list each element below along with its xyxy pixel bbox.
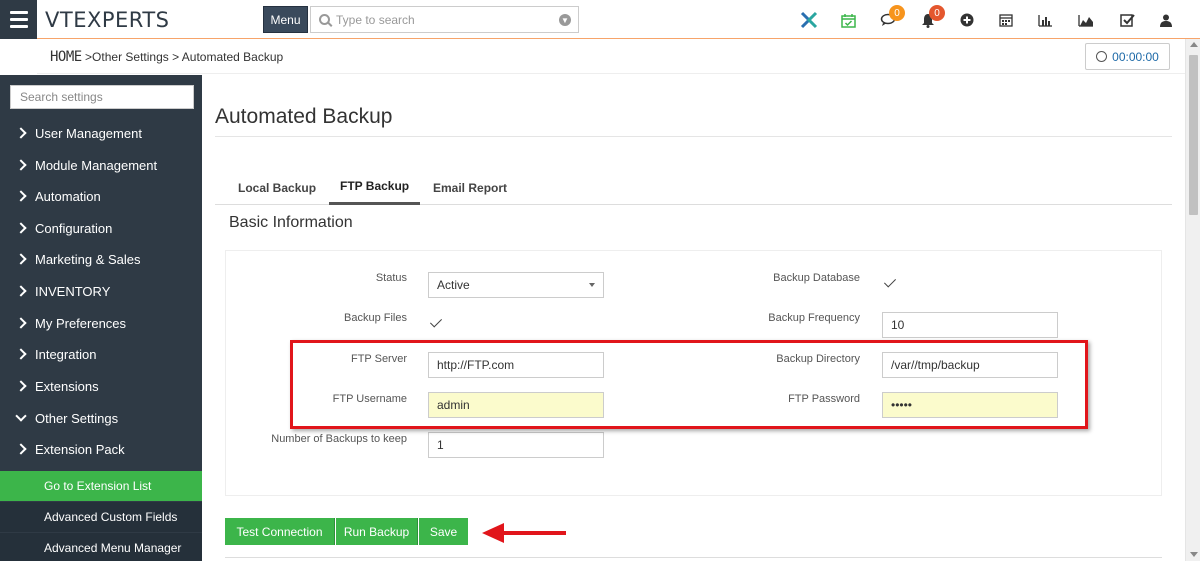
settings-sidebar: Search settings User Management Module M… — [0, 75, 202, 561]
clock-icon — [1096, 51, 1108, 62]
sidebar-subitem-go-to-extension-list[interactable]: Go to Extension List — [0, 471, 202, 501]
tab-local-backup[interactable]: Local Backup — [227, 170, 327, 205]
sidebar-item-other-settings[interactable]: Other Settings — [0, 404, 202, 432]
chat-badge: 0 — [889, 5, 905, 21]
number-of-backups-input[interactable]: 1 — [428, 432, 604, 458]
backup-files-label: Backup Files — [344, 312, 407, 324]
sidebar-item-label: Extensions — [35, 378, 99, 394]
arrow-annotation-icon — [482, 523, 566, 543]
tab-bar: Local Backup FTP Backup Email Report — [215, 170, 1172, 205]
chevron-right-icon — [15, 317, 27, 329]
sidebar-item-inventory[interactable]: INVENTORY — [0, 277, 202, 305]
sidebar-item-module-management[interactable]: Module Management — [0, 151, 202, 179]
sidebar-item-label: Configuration — [35, 220, 113, 236]
status-value: Active — [437, 278, 470, 292]
chevron-right-icon — [15, 222, 27, 234]
checkbox-task-icon[interactable] — [1117, 10, 1137, 30]
sidebar-search-input[interactable]: Search settings — [10, 85, 194, 109]
sidebar-item-label: Other Settings — [35, 410, 119, 426]
calendar-icon[interactable] — [996, 10, 1016, 30]
chevron-down-icon — [15, 410, 27, 422]
chevron-right-icon — [15, 285, 27, 297]
sidebar-item-configuration[interactable]: Configuration — [0, 214, 202, 242]
top-bar: VTEXPERTS Menu Type to search ▼ 0 0 — [0, 0, 1200, 39]
chevron-right-icon — [15, 380, 27, 392]
sidebar-subitem-advanced-menu-manager[interactable]: Advanced Menu Manager — [0, 533, 202, 561]
timer-button[interactable]: 00:00:00 — [1085, 43, 1170, 70]
status-label: Status — [375, 272, 407, 284]
bell-icon[interactable]: 0 — [918, 5, 945, 30]
vtexperts-logo[interactable]: VTEXPERTS — [45, 8, 170, 32]
chevron-right-icon — [15, 159, 27, 171]
save-button[interactable]: Save — [419, 518, 468, 545]
sidebar-item-label: Integration — [35, 346, 97, 362]
search-dropdown-icon[interactable]: ▼ — [559, 14, 571, 26]
number-of-backups-label: Number of Backups to keep — [271, 433, 407, 445]
chevron-right-icon — [15, 253, 27, 265]
sidebar-item-label: My Preferences — [35, 315, 127, 331]
sidebar-subitem-advanced-custom-fields[interactable]: Advanced Custom Fields — [0, 502, 202, 532]
breadcrumb-bar: HOME >Other Settings > Automated Backup … — [37, 39, 1185, 74]
highlight-box — [290, 340, 1088, 429]
scroll-up-icon[interactable] — [1190, 42, 1198, 47]
chevron-right-icon — [15, 348, 27, 360]
main-content: Automated Backup Local Backup FTP Backup… — [202, 75, 1185, 561]
hamburger-menu-icon[interactable] — [0, 0, 37, 39]
vtexperts-x-icon[interactable] — [799, 10, 819, 30]
bar-chart-icon[interactable] — [1035, 10, 1055, 30]
chevron-right-icon — [15, 190, 27, 202]
user-icon[interactable] — [1156, 10, 1176, 30]
timer-value: 00:00:00 — [1112, 49, 1159, 64]
sidebar-item-my-preferences[interactable]: My Preferences — [0, 309, 202, 337]
calendar-check-icon[interactable] — [838, 10, 858, 30]
backup-database-checkbox[interactable] — [884, 277, 897, 290]
scroll-thumb[interactable] — [1189, 55, 1198, 215]
area-chart-icon[interactable] — [1076, 10, 1096, 30]
backup-database-label: Backup Database — [773, 272, 860, 284]
sidebar-item-automation[interactable]: Automation — [0, 182, 202, 210]
sidebar-item-label: Module Management — [35, 157, 158, 173]
search-icon — [319, 14, 330, 25]
sidebar-item-user-management[interactable]: User Management — [0, 119, 202, 147]
sidebar-item-label: Automation — [35, 188, 101, 204]
add-circle-icon[interactable] — [957, 10, 977, 30]
sidebar-item-label: Extension Pack — [35, 441, 125, 457]
page-scrollbar[interactable] — [1185, 39, 1200, 561]
run-backup-button[interactable]: Run Backup — [336, 518, 418, 545]
backup-frequency-label: Backup Frequency — [768, 312, 860, 324]
section-title: Basic Information — [229, 214, 353, 231]
chat-icon[interactable]: 0 — [878, 5, 905, 30]
sidebar-item-extensions[interactable]: Extensions — [0, 372, 202, 400]
page-title: Automated Backup — [215, 105, 393, 128]
search-placeholder: Type to search — [336, 12, 415, 27]
breadcrumb-path[interactable]: >Other Settings > Automated Backup — [82, 50, 283, 64]
notification-badge: 0 — [929, 5, 945, 21]
footer-divider — [225, 557, 1162, 558]
backup-files-checkbox[interactable] — [430, 317, 443, 330]
backup-frequency-input[interactable]: 10 — [882, 312, 1058, 338]
test-connection-button[interactable]: Test Connection — [225, 518, 335, 545]
sidebar-item-label: User Management — [35, 125, 142, 141]
chevron-right-icon — [15, 127, 27, 139]
sidebar-item-label: INVENTORY — [35, 283, 111, 299]
status-select[interactable]: Active — [428, 272, 604, 298]
title-divider — [215, 136, 1172, 137]
scroll-down-icon[interactable] — [1190, 552, 1198, 557]
tab-ftp-backup[interactable]: FTP Backup — [329, 170, 421, 205]
sidebar-item-integration[interactable]: Integration — [0, 340, 202, 368]
menu-button[interactable]: Menu — [263, 6, 308, 33]
sidebar-item-label: Marketing & Sales — [35, 251, 141, 267]
global-search-input[interactable]: Type to search ▼ — [310, 6, 579, 33]
breadcrumb: HOME >Other Settings > Automated Backup — [50, 49, 283, 65]
sidebar-item-marketing-sales[interactable]: Marketing & Sales — [0, 245, 202, 273]
chevron-right-icon — [15, 443, 27, 455]
breadcrumb-home[interactable]: HOME — [50, 49, 82, 65]
chevron-down-icon — [589, 283, 595, 287]
tab-email-report[interactable]: Email Report — [422, 170, 518, 205]
sidebar-item-extension-pack[interactable]: Extension Pack — [0, 435, 202, 463]
